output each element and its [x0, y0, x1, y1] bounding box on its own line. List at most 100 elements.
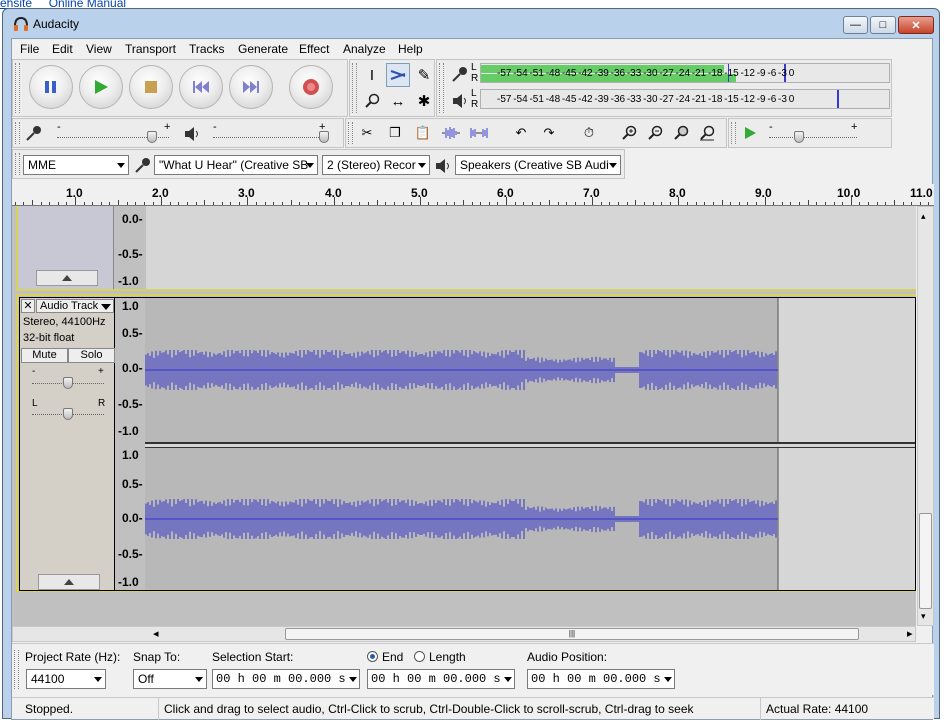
stop-button[interactable]	[129, 65, 173, 109]
draw-tool-icon[interactable]: ✎	[412, 63, 436, 87]
mute-button[interactable]: Mute	[21, 348, 68, 363]
track-1-waveform[interactable]	[146, 206, 916, 289]
scroll-left-icon[interactable]: ◂	[153, 627, 159, 640]
record-level-meter[interactable]: -57 -54 -51 -48 -45 -42 -39 -36 -33 -30 …	[480, 63, 890, 83]
scroll-up-icon[interactable]: ▴	[921, 211, 926, 222]
ruler-tick	[730, 202, 732, 205]
envelope-tool-icon[interactable]	[386, 63, 410, 87]
output-volume-slider[interactable]	[319, 131, 329, 143]
undo-icon[interactable]: ↶	[510, 122, 532, 144]
menu-help[interactable]: Help	[398, 42, 423, 56]
zoom-in-icon[interactable]	[618, 122, 640, 144]
horizontal-scrollbar[interactable]: ◂ ||| ▸	[12, 626, 916, 642]
multi-tool-icon[interactable]: ✱	[412, 89, 436, 113]
toolbar-grip[interactable]	[15, 153, 20, 175]
redo-icon[interactable]: ↷	[538, 122, 560, 144]
menu-edit[interactable]: Edit	[52, 42, 73, 56]
play-button[interactable]	[79, 65, 123, 109]
maximize-button[interactable]: □	[870, 16, 896, 34]
skip-end-button[interactable]	[229, 65, 273, 109]
ruler-tick	[350, 202, 352, 205]
toolbar-grip[interactable]	[15, 122, 20, 144]
scroll-right-icon[interactable]: ▸	[907, 627, 913, 640]
scroll-down-icon[interactable]: ▾	[921, 611, 926, 622]
chevron-down-icon	[195, 677, 203, 682]
length-radio[interactable]	[414, 651, 425, 662]
end-radio[interactable]	[367, 651, 378, 662]
menu-tracks[interactable]: Tracks	[189, 42, 225, 56]
audio-position-time[interactable]: 00 h 00 m 00.000 s	[527, 669, 675, 689]
playback-meter-speaker-icon[interactable]	[451, 92, 469, 110]
recording-device-select[interactable]: "What U Hear" (Creative SB	[154, 155, 318, 175]
silence-icon[interactable]	[468, 122, 490, 144]
menu-analyze[interactable]: Analyze	[343, 42, 386, 56]
track-2-scale-label: 0.0-	[122, 511, 143, 525]
pan-right-label: R	[98, 398, 106, 409]
track-1[interactable]: 0.0- -0.5- -1.0	[16, 206, 916, 291]
pan-slider[interactable]	[63, 408, 73, 420]
trim-icon[interactable]	[440, 122, 462, 144]
sync-lock-icon[interactable]: ⏱	[578, 122, 600, 144]
time-shift-tool-icon[interactable]: ↔	[386, 89, 410, 113]
copy-icon[interactable]: ❐	[384, 122, 406, 144]
output-volume-track[interactable]	[213, 137, 325, 138]
play-at-speed-button[interactable]	[739, 122, 761, 144]
record-meter-mic-icon[interactable]	[451, 66, 469, 84]
fit-project-icon[interactable]	[696, 122, 718, 144]
fit-selection-icon[interactable]	[670, 122, 692, 144]
toolbar-grip[interactable]	[14, 650, 19, 689]
toolbar-grip[interactable]	[348, 122, 353, 144]
zoom-tool-icon[interactable]	[360, 89, 384, 113]
toolbar-grip[interactable]	[731, 122, 736, 144]
record-button[interactable]	[289, 65, 333, 109]
audio-host-select[interactable]: MME	[23, 155, 129, 175]
menu-effect[interactable]: Effect	[299, 42, 329, 56]
zoom-out-icon[interactable]	[644, 122, 666, 144]
vertical-scrollbar[interactable]: ▴ ▾	[917, 206, 934, 626]
close-button[interactable]: ✕	[898, 16, 934, 34]
playback-level-meter[interactable]: -57 -54 -51 -48 -45 -42 -39 -36 -33 -30 …	[480, 89, 890, 109]
track-2[interactable]: ✕ Audio Track Stereo, 44100Hz 32-bit flo…	[16, 294, 916, 592]
status-hint: Click and drag to select audio, Ctrl-Cli…	[164, 702, 694, 716]
track-name-menu[interactable]: Audio Track	[36, 299, 114, 313]
input-volume-slider[interactable]	[147, 131, 157, 143]
selection-end-time[interactable]: 00 h 00 m 00.000 s	[367, 669, 515, 689]
menu-view[interactable]: View	[86, 42, 112, 56]
pause-button[interactable]	[29, 65, 73, 109]
cut-icon[interactable]: ✂	[356, 122, 378, 144]
right-channel-waveform[interactable]	[145, 448, 915, 590]
paste-icon[interactable]: 📋	[412, 122, 434, 144]
toolbar-grip[interactable]	[15, 63, 20, 113]
snap-to-select[interactable]: Off	[133, 669, 207, 689]
horizontal-scroll-thumb[interactable]: |||	[285, 628, 859, 640]
selection-start-time[interactable]: 00 h 00 m 00.000 s	[212, 669, 360, 689]
status-state: Stopped.	[25, 702, 74, 716]
menu-generate[interactable]: Generate	[238, 42, 288, 56]
menu-file[interactable]: File	[20, 42, 39, 56]
timeline-ruler[interactable]: 1.0 2.0 3.0 4.0 5.0 6.0 7.0 8.0 9.0 10.0…	[12, 184, 934, 206]
track-1-control-panel[interactable]	[18, 206, 114, 289]
track-2-collapse-button[interactable]	[38, 574, 100, 590]
toolbar-grip[interactable]	[439, 63, 444, 113]
play-speed-slider[interactable]	[794, 131, 804, 143]
vertical-scroll-thumb[interactable]	[919, 513, 932, 609]
title-bar[interactable]: Audacity — □ ✕	[3, 9, 939, 37]
minimize-button[interactable]: —	[843, 16, 868, 34]
track-1-collapse-button[interactable]	[36, 270, 98, 286]
skip-start-button[interactable]	[179, 65, 223, 109]
playback-device-select[interactable]: Speakers (Creative SB Audi	[455, 155, 621, 175]
project-rate-select[interactable]: 44100	[26, 669, 106, 689]
tracks-area[interactable]: 0.0- -0.5- -1.0 ✕ Audio Track Stereo, 44…	[12, 206, 916, 628]
project-rate-value: 44100	[31, 672, 65, 686]
track-name: Audio Track	[40, 300, 99, 312]
recording-channels-select[interactable]: 2 (Stereo) Recor	[322, 155, 430, 175]
menu-transport[interactable]: Transport	[125, 42, 176, 56]
solo-button[interactable]: Solo	[68, 348, 115, 363]
gain-slider[interactable]	[63, 377, 73, 389]
toolbar-grip[interactable]	[352, 63, 357, 113]
track-2-control-panel: ✕ Audio Track Stereo, 44100Hz 32-bit flo…	[19, 297, 115, 591]
left-channel-waveform[interactable]	[145, 298, 915, 442]
track-close-button[interactable]: ✕	[21, 299, 35, 313]
selection-tool-icon[interactable]: I	[360, 63, 384, 87]
speed-slider-track[interactable]	[769, 137, 857, 138]
